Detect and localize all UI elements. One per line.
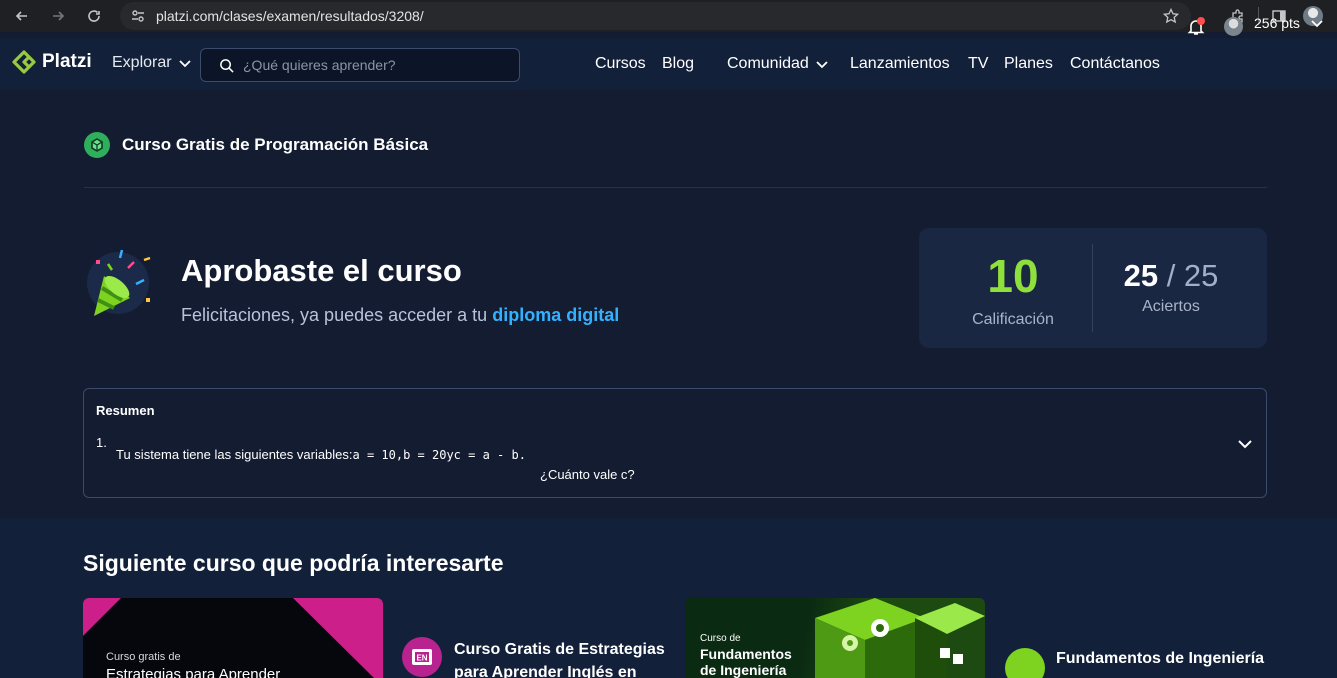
english-course-icon: EN — [402, 637, 442, 677]
card2-title[interactable]: Fundamentos de Ingeniería — [1056, 650, 1264, 668]
aciertos-got: 25 — [1123, 258, 1159, 293]
divider — [84, 187, 1267, 188]
card1-icon-text: EN — [416, 654, 427, 663]
reload-icon[interactable] — [80, 2, 108, 30]
site-header: Platzi Explorar Cursos Blog Comunidad La… — [0, 38, 1337, 90]
next-course-title: Siguiente curso que podría interesarte — [83, 550, 504, 576]
user-avatar[interactable] — [1224, 17, 1243, 36]
bookmark-star-icon[interactable] — [1163, 8, 1179, 24]
question-prefix: Tu sistema tiene las siguientes variable… — [116, 447, 353, 462]
explorar-menu[interactable]: Explorar — [112, 54, 192, 72]
points-label: 256 pts — [1254, 15, 1300, 31]
aciertos-label: Aciertos — [1142, 298, 1200, 315]
nav-lanzamientos[interactable]: Lanzamientos — [850, 55, 950, 73]
course-card-thumbnail[interactable]: Curso gratis de Estrategias para Aprende… — [83, 598, 383, 678]
pass-subtitle-text: Felicitaciones, ya puedes acceder a tu — [181, 305, 488, 325]
forward-icon[interactable] — [44, 2, 72, 30]
card2-thumb-small: Curso de — [700, 633, 741, 644]
nav-blog[interactable]: Blog — [662, 55, 694, 73]
nav-tv[interactable]: TV — [968, 55, 988, 73]
search-input[interactable] — [243, 57, 493, 73]
card1-title[interactable]: Curso Gratis de Estrategias para Aprende… — [454, 638, 674, 678]
points-menu[interactable]: 256 pts — [1254, 15, 1324, 31]
chevron-down-icon — [816, 61, 828, 69]
chevron-down-icon — [178, 60, 191, 68]
logo-text: Platzi — [42, 51, 92, 72]
calificacion-label: Calificación — [972, 311, 1054, 328]
course-badge-icon — [84, 132, 110, 158]
resumen-title: Resumen — [96, 403, 155, 418]
pass-title: Aprobaste el curso — [181, 253, 462, 288]
address-bar[interactable]: platzi.com/clases/examen/resultados/3208… — [120, 2, 1191, 30]
diploma-link[interactable]: diploma digital — [492, 305, 619, 325]
nav-contactanos[interactable]: Contáctanos — [1070, 55, 1160, 73]
aciertos-value: 25 / 25 — [1093, 258, 1249, 294]
chevron-down-icon[interactable] — [1236, 435, 1254, 453]
nav-comunidad[interactable]: Comunidad — [727, 55, 829, 73]
search-box[interactable] — [200, 48, 520, 82]
search-icon — [220, 58, 234, 73]
url-text: platzi.com/clases/examen/resultados/3208… — [156, 8, 424, 24]
notification-dot — [1197, 17, 1205, 25]
course-header[interactable]: Curso Gratis de Programación Básica — [84, 132, 428, 158]
question-code: a = 10,b = 20yc = a - b. — [352, 448, 526, 462]
question-text: Tu sistema tiene las siguientes variable… — [116, 447, 526, 462]
nav-planes[interactable]: Planes — [1004, 55, 1053, 73]
card2-thumb-big-line1: Fundamentos — [700, 646, 792, 662]
browser-toolbar: platzi.com/clases/examen/resultados/3208… — [0, 0, 1337, 32]
card2-thumb-big-line2: de Ingeniería — [700, 662, 787, 678]
course-card-thumbnail[interactable]: Curso de Fundamentos de Ingeniería — [685, 598, 985, 678]
pass-subtitle: Felicitaciones, ya puedes acceder a tu d… — [181, 305, 619, 326]
resumen-panel[interactable]: Resumen 1. Tu sistema tiene las siguient… — [83, 388, 1267, 498]
aciertos-total: / 25 — [1166, 258, 1219, 293]
chevron-down-icon — [1311, 20, 1323, 28]
platzi-logo[interactable]: Platzi — [12, 50, 92, 74]
party-popper-icon — [87, 249, 151, 316]
question-line2: ¿Cuánto vale c? — [540, 467, 635, 482]
card1-thumb-big: Estrategias para Aprender — [106, 666, 281, 678]
nav-cursos[interactable]: Cursos — [595, 55, 646, 73]
explorar-label: Explorar — [112, 54, 172, 71]
course-name: Curso Gratis de Programación Básica — [122, 135, 429, 154]
site-settings-icon[interactable] — [124, 2, 152, 30]
platzi-logo-icon — [12, 50, 36, 74]
calificacion-value: 10 — [987, 250, 1039, 302]
nav-comunidad-label: Comunidad — [727, 55, 809, 72]
back-icon[interactable] — [8, 2, 36, 30]
card2-thumb-big: Fundamentos de Ingeniería — [700, 646, 792, 678]
card1-thumb-small: Curso gratis de — [106, 651, 181, 663]
question-number: 1. — [96, 435, 107, 450]
